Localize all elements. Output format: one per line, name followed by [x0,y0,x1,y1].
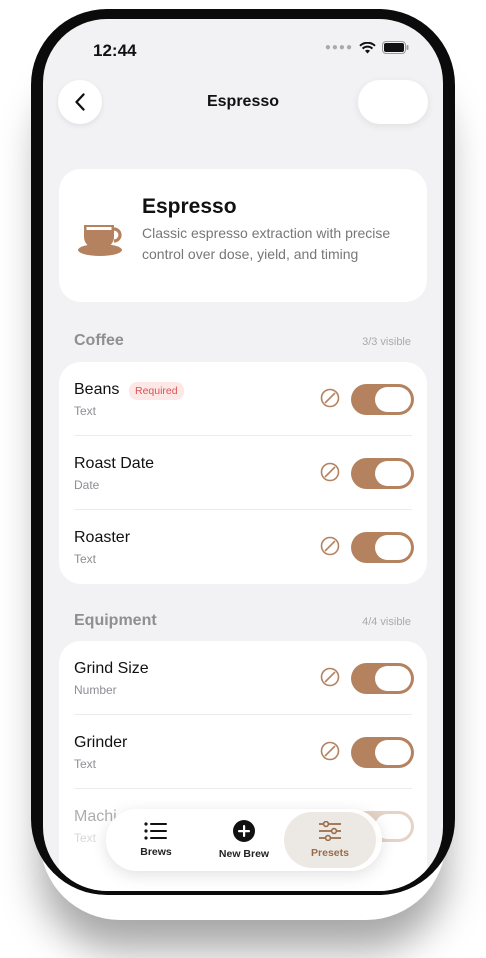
field-label: Grinder [74,734,128,751]
field-row: Grinder Text [59,715,427,789]
sliders-icon [319,821,341,841]
field-type: Text [74,404,97,418]
disable-icon[interactable] [320,536,340,556]
required-badge: Required [129,382,184,400]
plus-circle-icon [233,820,255,842]
section-count-equipment: 4/4 visible [362,616,411,628]
wifi-icon [359,41,376,54]
tab-brews[interactable]: Brews [110,809,202,871]
section-header-equipment: Equipment [74,612,157,629]
preset-title: Espresso [142,195,237,218]
nav-action-button[interactable] [358,80,428,124]
tab-label: New Brew [218,848,270,860]
field-row: Beans Required Text [59,362,427,436]
section-count-coffee: 3/3 visible [362,336,411,348]
list-icon [144,822,167,840]
field-label: Beans [74,381,120,398]
field-type: Text [74,831,97,845]
field-label: Grind Size [74,660,149,677]
visibility-toggle[interactable] [351,458,414,489]
field-label: Roast Date [74,455,155,472]
toggle-knob [375,740,411,765]
toggle-knob [375,461,411,486]
disable-icon[interactable] [320,667,340,687]
section-header-coffee: Coffee [74,332,124,349]
status-time: 12:44 [93,41,137,60]
preset-card: Espresso Classic espresso extraction wit… [59,169,427,302]
tab-new-brew[interactable]: New Brew [198,809,290,871]
tab-presets[interactable]: Presets [284,812,376,868]
field-row: Roast Date Date [59,436,427,510]
tab-label: Brews [140,846,172,858]
field-row: Roaster Text [59,510,427,584]
battery-icon [382,41,409,54]
disable-icon[interactable] [320,462,340,482]
visibility-toggle[interactable] [351,663,414,694]
visibility-toggle[interactable] [351,532,414,563]
toggle-knob [375,387,411,412]
disable-icon[interactable] [320,741,340,761]
preset-description: Classic espresso extraction with precise… [142,225,391,262]
disable-icon[interactable] [320,388,340,408]
tab-bar: Brews New Brew Presets [106,809,382,871]
field-label: Roaster [74,529,131,546]
field-row: Grind Size Number [59,641,427,715]
screen: 12:44 ●●●● Espresso Espresso Classic esp… [43,19,443,891]
status-indicators: ●●●● [325,41,409,54]
field-type: Text [74,552,97,566]
coffee-cup-icon [78,225,122,256]
signal-icon: ●●●● [324,42,353,53]
visibility-toggle[interactable] [351,384,414,415]
toggle-knob [375,535,411,560]
visibility-toggle[interactable] [351,737,414,768]
section-card-coffee: Beans Required Text Roast Date Date Roas… [59,362,427,584]
field-type: Number [74,683,117,697]
field-type: Text [74,757,97,771]
tab-label: Presets [311,847,349,859]
toggle-knob [375,666,411,691]
field-type: Date [74,478,100,492]
